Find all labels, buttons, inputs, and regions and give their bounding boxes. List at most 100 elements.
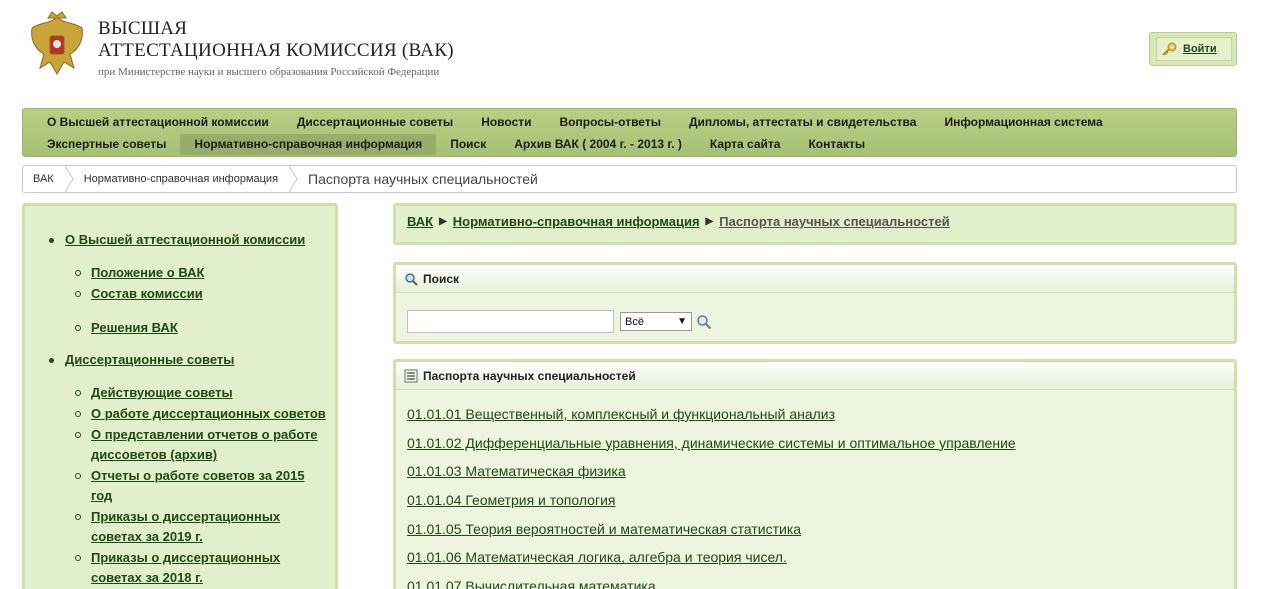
site-title[interactable]: ВЫСШАЯ АТТЕСТАЦИОННАЯ КОМИССИЯ (ВАК) при… [98, 18, 454, 78]
specialty-link[interactable]: 01.01.02 Дифференциальные уравнения, дин… [407, 435, 1016, 451]
sidebar-item-link[interactable]: Отчеты о работе советов за 2015 год [91, 468, 305, 503]
sidebar-item: Приказы о диссертационных советах за 201… [75, 548, 329, 588]
search-row: Всё ▼ [407, 310, 712, 333]
path-arrow-icon: ▶ [439, 216, 447, 227]
nav-row-1: О Высшей аттестационной комиссии Диссерта… [33, 111, 1117, 133]
sidebar-item: Решения ВАК [75, 318, 329, 338]
sidebar-spacer [75, 305, 329, 317]
sidebar-item: Приказы о диссертационных советах за 201… [75, 507, 329, 547]
sidebar-section: О Высшей аттестационной комиссии Положени… [49, 232, 329, 338]
circle-bullet-icon [75, 390, 81, 396]
nav-row-2: Экспертные советы Нормативно-справочная и… [33, 133, 879, 155]
sidebar-item-link[interactable]: Решения ВАК [91, 320, 178, 335]
list-item: 01.01.05 Теория вероятностей и математич… [407, 521, 1016, 550]
specialty-link[interactable]: 01.01.01 Вещественный, комплексный и фун… [407, 406, 835, 422]
sidebar-item-link[interactable]: Действующие советы [91, 385, 233, 400]
breadcrumb-separator-icon [288, 166, 298, 192]
breadcrumb-label: ВАК [33, 173, 54, 185]
sidebar-section: Диссертационные советы Действующие советы… [49, 352, 329, 588]
nav-item[interactable]: Контакты [794, 134, 879, 155]
nav-item[interactable]: Архив ВАК ( 2004 г. - 2013 г. ) [500, 134, 696, 155]
search-input[interactable] [407, 310, 614, 333]
bullet-icon [49, 238, 54, 243]
path-arrow-icon: ▶ [705, 216, 714, 227]
sidebar-menu: О Высшей аттестационной комиссии Положени… [49, 232, 329, 589]
sidebar-item: Действующие советы [75, 383, 329, 403]
nav-item[interactable]: Диссертационные советы [283, 112, 467, 133]
chevron-down-icon: ▼ [677, 316, 687, 327]
sidebar-section-link[interactable]: Диссертационные советы [65, 352, 234, 367]
circle-bullet-icon [75, 411, 81, 417]
circle-bullet-icon [75, 291, 81, 297]
login-box: Войти [1149, 32, 1237, 66]
nav-item[interactable]: Нормативно-справочная информация [180, 133, 437, 155]
main-nav: О Высшей аттестационной комиссии Диссерта… [22, 108, 1237, 157]
breadcrumb-item-home[interactable]: ВАК [23, 166, 64, 192]
specialties-panel-header: Паспорта научных специальностей [396, 362, 1234, 390]
search-submit-icon[interactable] [696, 314, 712, 330]
specialties-panel-title: Паспорта научных специальностей [423, 368, 636, 383]
sidebar-item: О работе диссертационных советов [75, 404, 329, 424]
circle-bullet-icon [75, 514, 81, 520]
nav-item[interactable]: Дипломы, аттестаты и свидетельства [675, 112, 931, 133]
list-item: 01.01.03 Математическая физика [407, 463, 1016, 492]
specialty-link[interactable]: 01.01.03 Математическая физика [407, 463, 626, 479]
sidebar-item: Отчеты о работе советов за 2015 год [75, 466, 329, 506]
search-scope-select[interactable]: Всё ▼ [620, 312, 692, 331]
search-panel-title: Поиск [423, 271, 460, 286]
nav-item[interactable]: О Высшей аттестационной комиссии [33, 112, 283, 133]
list-item: 01.01.06 Математическая логика, алгебра … [407, 549, 1016, 578]
list-item: 01.01.01 Вещественный, комплексный и фун… [407, 406, 1016, 435]
page-path-panel: ВАК ▶ Нормативно-справочная информация ▶… [393, 203, 1237, 245]
sidebar: О Высшей аттестационной комиссии Положени… [22, 203, 338, 589]
search-panel-header: Поиск [396, 265, 1234, 293]
search-scope-value: Всё [625, 315, 644, 328]
specialties-panel: Паспорта научных специальностей 01.01.01… [393, 359, 1237, 589]
breadcrumb-label: Нормативно-справочная информация [83, 173, 279, 185]
list-item: 01.01.04 Геометрия и топология [407, 492, 1016, 521]
login-button[interactable]: Войти [1156, 37, 1232, 61]
circle-bullet-icon [75, 555, 81, 561]
nav-item[interactable]: Новости [467, 112, 545, 133]
specialty-link[interactable]: 01.01.05 Теория вероятностей и математич… [407, 521, 801, 537]
sidebar-item: Положение о ВАК [75, 263, 329, 283]
coat-of-arms-icon[interactable] [26, 10, 88, 80]
document-list-icon [404, 369, 418, 382]
path-current[interactable]: Паспорта научных специальностей [719, 214, 949, 229]
bullet-icon [49, 358, 54, 363]
nav-item[interactable]: Информационная система [930, 112, 1116, 133]
path-link-vak[interactable]: ВАК [407, 214, 433, 229]
nav-item[interactable]: Карта сайта [696, 134, 795, 155]
circle-bullet-icon [75, 325, 81, 331]
path-link-normative[interactable]: Нормативно-справочная информация [453, 214, 700, 229]
site-title-line1: ВЫСШАЯ [98, 18, 188, 39]
site-title-line2: АТТЕСТАЦИОННАЯ КОМИССИЯ (ВАК) [98, 40, 454, 61]
nav-item[interactable]: Вопросы-ответы [546, 112, 675, 133]
sidebar-item: О представлении отчетов о работе диссове… [75, 425, 329, 465]
breadcrumb-separator-icon [64, 166, 74, 192]
sidebar-item-link[interactable]: О представлении отчетов о работе диссове… [91, 427, 318, 462]
site-subtitle: при Министерстве науки и высшего образов… [98, 66, 440, 78]
sidebar-item-link[interactable]: Приказы о диссертационных советах за 201… [91, 550, 280, 585]
circle-bullet-icon [75, 432, 81, 438]
sidebar-item-link[interactable]: О работе диссертационных советов [91, 406, 326, 421]
breadcrumb-item-current: Паспорта научных специальностей [298, 166, 548, 192]
specialty-link[interactable]: 01.01.07 Вычислительная математика [407, 578, 656, 589]
sidebar-section-link[interactable]: О Высшей аттестационной комиссии [65, 232, 305, 247]
nav-item[interactable]: Поиск [436, 134, 500, 155]
breadcrumb: ВАК Нормативно-справочная информация Пас… [22, 165, 1237, 193]
sidebar-item-link[interactable]: Состав комиссии [91, 286, 203, 301]
sidebar-item-link[interactable]: Приказы о диссертационных советах за 201… [91, 509, 280, 544]
sidebar-item-link[interactable]: Положение о ВАК [91, 265, 204, 280]
search-panel: Поиск Всё ▼ [393, 262, 1237, 344]
nav-item[interactable]: Экспертные советы [33, 134, 180, 155]
breadcrumb-item-section[interactable]: Нормативно-справочная информация [74, 166, 288, 192]
circle-bullet-icon [75, 270, 81, 276]
specialty-link[interactable]: 01.01.06 Математическая логика, алгебра … [407, 549, 787, 565]
circle-bullet-icon [75, 473, 81, 479]
login-link[interactable]: Войти [1183, 43, 1217, 55]
specialty-link[interactable]: 01.01.04 Геометрия и топология [407, 492, 615, 508]
list-item: 01.01.02 Дифференциальные уравнения, дин… [407, 435, 1016, 464]
sidebar-item: Состав комиссии [75, 284, 329, 304]
breadcrumb-label: Паспорта научных специальностей [308, 171, 538, 187]
